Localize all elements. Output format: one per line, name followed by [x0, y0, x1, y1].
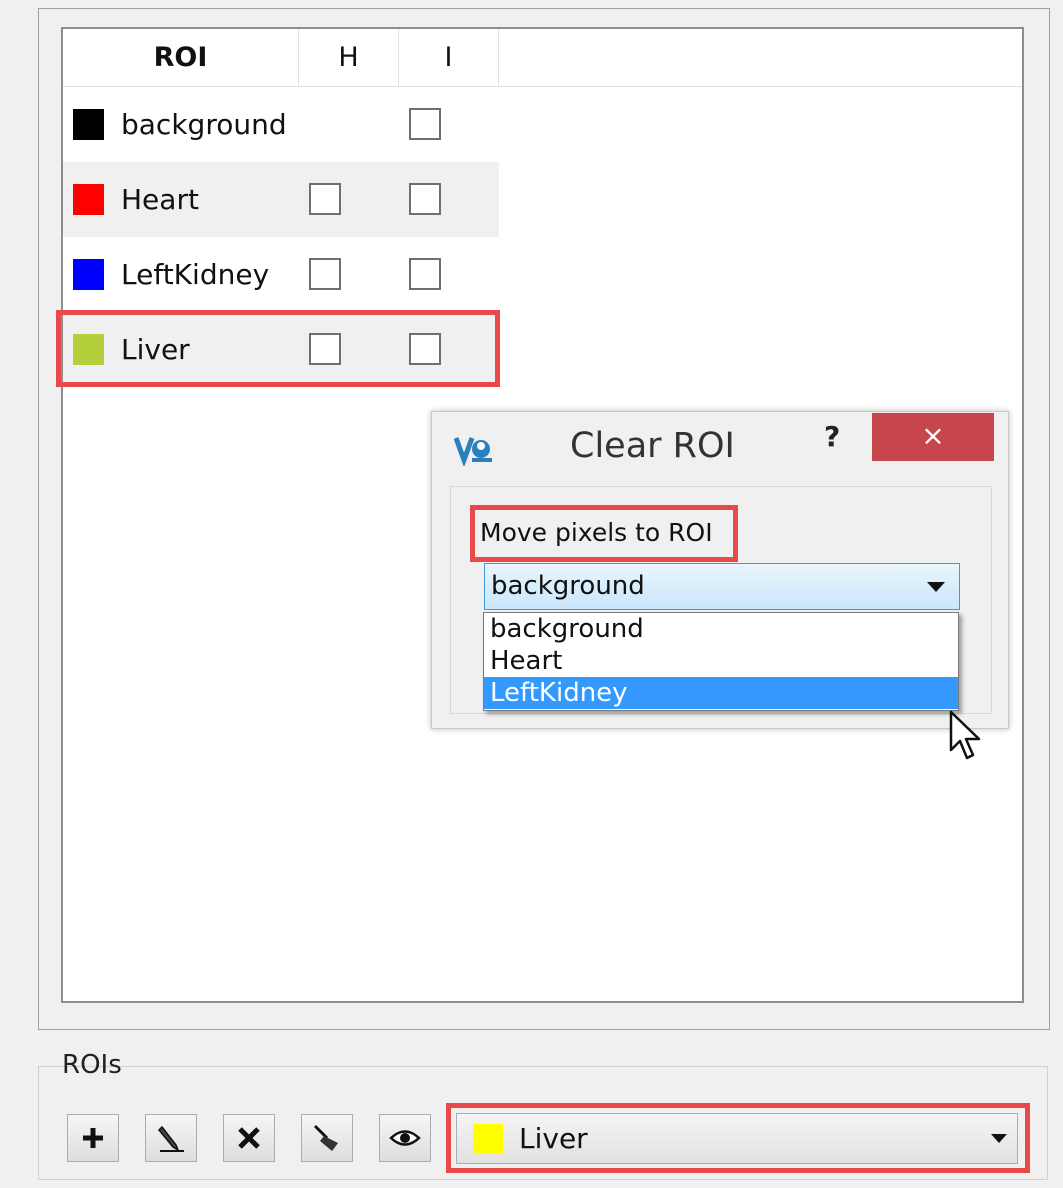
dropdown-option-leftkidney[interactable]: LeftKidney — [484, 677, 958, 709]
checkbox-i[interactable] — [409, 108, 441, 140]
add-roi-button[interactable] — [67, 1114, 119, 1162]
edit-roi-button[interactable] — [145, 1114, 197, 1162]
roi-name: LeftKidney — [121, 258, 270, 291]
close-button[interactable]: × — [872, 413, 994, 461]
highlight-liver-row — [56, 310, 500, 387]
add-icon — [83, 1128, 103, 1148]
toggle-visibility-button[interactable] — [379, 1114, 431, 1162]
roi-dropdown-list: background Heart LeftKidney — [483, 612, 959, 711]
combo-selected-value: background — [491, 571, 645, 601]
brush-icon — [313, 1124, 338, 1151]
roi-name: background — [121, 108, 287, 141]
checkbox-i[interactable] — [409, 183, 441, 215]
checkbox-h[interactable] — [309, 258, 341, 290]
column-header-roi[interactable]: ROI — [63, 29, 299, 86]
table-row-background[interactable]: background — [63, 87, 499, 162]
mouse-cursor-icon — [949, 710, 981, 760]
color-swatch — [73, 109, 104, 140]
table-row-heart[interactable]: Heart — [63, 162, 499, 237]
clear-roi-button[interactable] — [301, 1114, 353, 1162]
target-roi-combo[interactable]: background — [484, 563, 960, 610]
help-button[interactable]: ? — [824, 420, 840, 453]
chevron-down-icon — [927, 582, 945, 592]
app-icon — [454, 437, 492, 466]
delete-icon — [238, 1127, 260, 1149]
highlight-move-label — [470, 505, 738, 562]
pencil-icon — [157, 1125, 184, 1152]
dropdown-option-background[interactable]: background — [484, 613, 958, 645]
checkbox-h[interactable] — [309, 183, 341, 215]
color-swatch — [73, 259, 104, 290]
table-row-leftkidney[interactable]: LeftKidney — [63, 237, 499, 312]
dialog-title: Clear ROI — [570, 426, 735, 466]
highlight-current-roi — [446, 1103, 1030, 1173]
table-header: ROI H I — [63, 29, 1022, 87]
column-header-i[interactable]: I — [399, 29, 499, 86]
delete-roi-button[interactable] — [223, 1114, 275, 1162]
column-header-h[interactable]: H — [299, 29, 399, 86]
dropdown-option-heart[interactable]: Heart — [484, 645, 958, 677]
roi-name: Heart — [121, 183, 199, 216]
checkbox-i[interactable] — [409, 258, 441, 290]
rois-group-title: ROIs — [62, 1050, 122, 1080]
color-swatch — [73, 184, 104, 215]
eye-icon — [389, 1130, 421, 1146]
